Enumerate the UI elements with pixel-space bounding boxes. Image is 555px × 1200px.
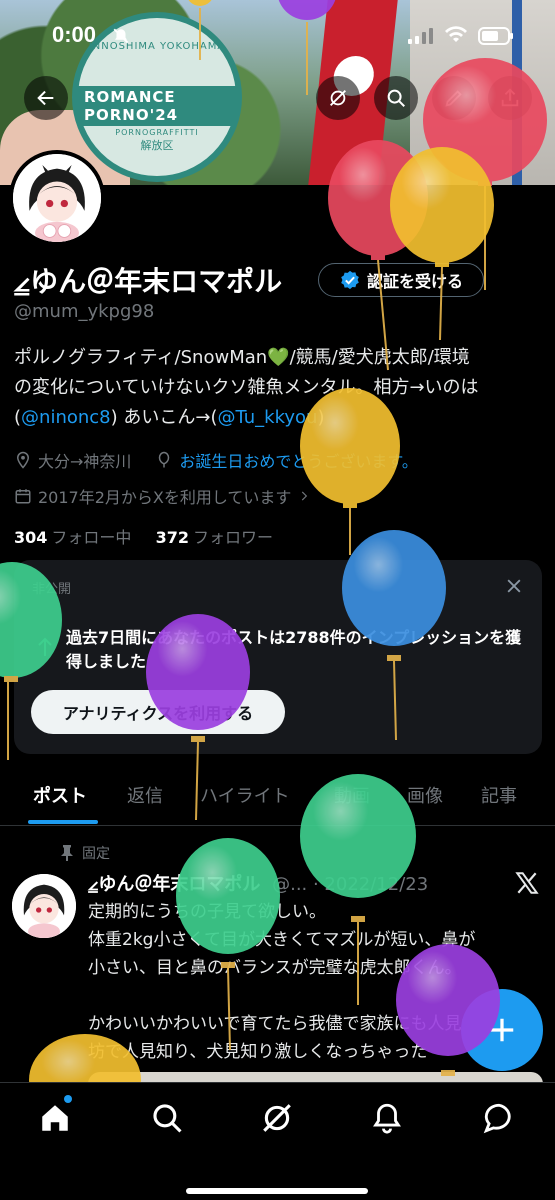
bio-paren: ( [14,407,22,428]
impressions-card: 非公開 過去7日間にあなたのポストは2788件のインプレッションを獲得しました … [14,560,542,754]
following-count: 304 [14,528,48,547]
bio-line: (@ninonc8) あいこん→(@Tu_kkyou) [14,403,544,433]
close-icon[interactable] [504,576,524,596]
home-notification-dot [64,1095,72,1103]
avatar-illustration [12,874,76,938]
pin-icon [61,845,73,861]
get-verified-label: 認証を受ける [366,272,463,291]
search-button[interactable] [374,76,418,120]
post-meta: @... · 2022/12/23 [272,874,429,895]
bio-line: ポルノグラフィティ/SnowMan💚/競馬/愛犬虎太郎/環境 [14,347,470,368]
grok-icon [330,90,346,106]
bio-mention-link[interactable]: @ninonc8 [21,407,111,428]
chevron-right-icon [302,491,308,501]
profile-location: 大分→神奈川 [38,452,132,471]
followers-count: 372 [155,528,190,547]
profile-handle: @mum_ykpg98 [14,301,155,322]
calendar-icon [15,489,31,504]
edit-button[interactable] [432,76,476,120]
active-tab-indicator [28,820,98,824]
compose-button[interactable] [461,989,543,1071]
tab-articles[interactable]: 記事 [481,782,517,808]
grok-icon[interactable] [260,1101,294,1135]
back-button[interactable] [24,76,68,120]
bio-line: の変化についていけないクソ雑魚メンタル。相方→いのは [14,377,479,398]
avatar-illustration [13,154,101,242]
verified-badge-icon [341,270,359,290]
arrow-left-icon [37,90,54,106]
bio-paren: ) [317,407,325,428]
bell-icon[interactable] [370,1101,404,1135]
profile-bio: ポルノグラフィティ/SnowMan💚/競馬/愛犬虎太郎/環境 の変化についていけ… [14,343,544,433]
tab-highlights[interactable]: ハイライト [200,782,290,808]
sticker-sub-text: PORNOGRAFFITTI [115,128,199,137]
impressions-text: 過去7日間にあなたのポストは2788件のインプレッションを獲得しました [66,628,522,671]
profile-joined: 2017年2月からXを利用しています [38,488,292,507]
birthday-message[interactable]: お誕生日おめでとうございます。 [179,448,417,472]
bio-mention-link[interactable]: @Tu_kkyou [217,407,317,428]
get-verified-button[interactable]: 認証を受ける [318,263,484,297]
post-text-line: 体重2kg小さくて目が大きくてマズルが短い、鼻が [88,930,476,950]
x-logo-icon [515,872,539,894]
search-icon[interactable] [150,1101,184,1135]
tab-videos[interactable]: 動画 [334,782,370,808]
tab-media[interactable]: 画像 [407,782,443,808]
edit-icon [445,90,462,107]
bottom-navigation [0,1082,555,1200]
profile-joined-row[interactable]: 2017年2月からXを利用しています [14,484,311,508]
tab-replies[interactable]: 返信 [127,782,163,808]
home-icon[interactable] [38,1101,72,1135]
analytics-button[interactable]: アナリティクスを利用する [31,690,285,734]
trend-up-icon [38,637,52,656]
tab-posts[interactable]: ポスト [33,782,87,808]
follow-stats: 304 フォロー中 372 フォロワー [14,524,273,548]
pinned-indicator: 固定 [60,843,110,863]
post-header: ⦤ゆん＠年末ロマポル @... · 2022/12/23 [88,870,428,896]
balloon-icon [159,451,170,468]
share-button[interactable] [488,76,532,120]
home-indicator [186,1188,368,1194]
profile-meta-row: 大分→神奈川 お誕生日おめでとうございます。 [14,448,418,472]
post-text-line: 小さい、目と鼻のバランスが完璧な虎太郎くん。 [88,958,462,978]
status-time: 0:00 [52,22,97,47]
search-icon [387,89,405,107]
message-icon[interactable] [482,1101,516,1135]
sticker-main-text: ROMANCE PORNO'24 [78,86,236,126]
following-label: フォロー中 [51,528,132,547]
grok-button[interactable] [316,76,360,120]
profile-avatar[interactable] [9,150,105,246]
post-text-line: 定期的にうちの子見て欲しい。 [88,902,326,922]
followers-label: フォロワー [193,528,274,547]
cellular-signal-icon [408,28,433,44]
private-label: 非公開 [32,582,72,597]
following-link[interactable]: 304 フォロー中 [14,528,131,547]
location-pin-icon [16,451,30,469]
battery-icon [478,27,513,45]
wifi-icon [445,26,467,42]
followers-link[interactable]: 372 フォロワー [156,528,273,547]
profile-tabs: ポスト 返信 ハイライト 動画 画像 記事 [0,770,555,826]
bio-text: ) あいこん→( [110,407,218,428]
sticker-small-text: 解放区 [140,139,174,152]
status-bar: 0:00 [0,0,555,70]
bell-mute-icon [113,28,129,44]
pinned-label: 固定 [82,846,110,862]
post-author-avatar[interactable] [12,874,76,938]
plus-icon [490,1018,514,1042]
post-author-name[interactable]: ⦤ゆん＠年末ロマポル [88,874,260,895]
share-icon [501,88,519,107]
profile-display-name: ⦤ゆん＠年末ロマポル [14,265,283,298]
